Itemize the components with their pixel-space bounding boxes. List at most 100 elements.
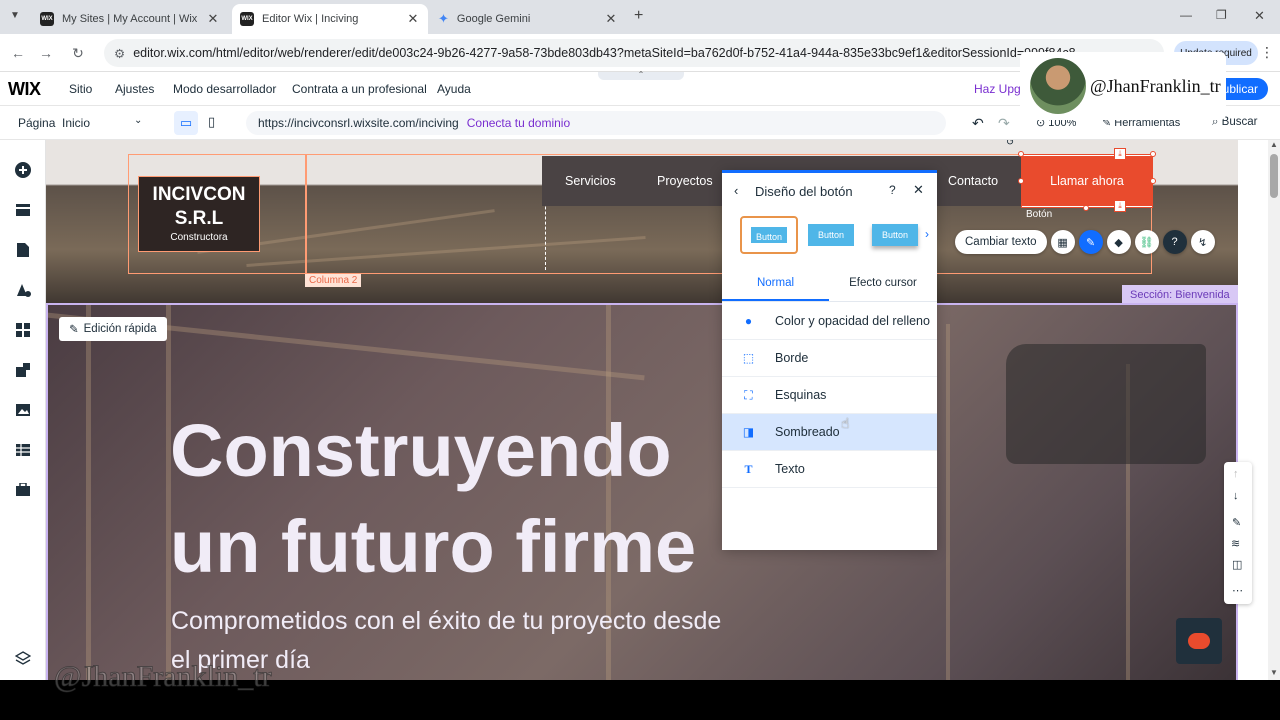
- preset-option-3[interactable]: Button: [872, 224, 918, 246]
- resize-handle[interactable]: [1018, 151, 1024, 157]
- layers-icon[interactable]: ≋: [1231, 537, 1240, 550]
- site-url-bar[interactable]: https://incivconsrl.wixsite.com/inciving…: [246, 111, 946, 135]
- chevron-down-icon: ⌄: [134, 115, 143, 126]
- address-bar[interactable]: ⚙ editor.wix.com/html/editor/web/rendere…: [104, 39, 1164, 67]
- close-icon[interactable]: ✕: [913, 182, 924, 198]
- upgrade-link[interactable]: Haz Upgr: [974, 82, 1025, 96]
- tab-google-gemini[interactable]: ✦ Google Gemini ✕: [430, 4, 626, 34]
- help-icon[interactable]: ?: [1162, 230, 1187, 254]
- browser-menu-icon[interactable]: ⋮: [1260, 44, 1274, 61]
- forward-button[interactable]: →: [36, 43, 56, 63]
- layers-icon[interactable]: [13, 648, 33, 668]
- close-icon[interactable]: ✕: [604, 11, 618, 27]
- connect-domain-link[interactable]: Conecta tu dominio: [467, 116, 570, 130]
- scrollbar-thumb[interactable]: [1270, 154, 1278, 198]
- option-label: Texto: [775, 462, 805, 476]
- anchor-down-icon[interactable]: ⤓: [1114, 200, 1126, 212]
- preset-option-2[interactable]: Button: [808, 224, 854, 246]
- resize-handle[interactable]: [1150, 151, 1156, 157]
- tab-list-button[interactable]: ▼: [10, 10, 20, 21]
- help-icon[interactable]: ?: [889, 183, 896, 197]
- page-scrollbar[interactable]: ▲ ▼: [1268, 140, 1280, 680]
- nav-proyectos[interactable]: Proyectos: [657, 174, 713, 188]
- anchor-down-icon[interactable]: ⤓: [1114, 148, 1126, 160]
- site-info-icon[interactable]: ⚙: [114, 46, 125, 61]
- minimize-button[interactable]: —: [1180, 8, 1192, 22]
- mobile-view-icon[interactable]: ▯: [208, 114, 215, 130]
- move-up-icon[interactable]: ↑: [1233, 468, 1239, 480]
- layout-icon[interactable]: ▦: [1050, 230, 1075, 254]
- pages-icon[interactable]: [13, 240, 33, 260]
- option-fill-color[interactable]: ● Color y opacidad del relleno: [722, 303, 937, 340]
- reload-button[interactable]: ↻: [68, 43, 88, 63]
- new-tab-button[interactable]: +: [634, 7, 643, 25]
- nav-contacto[interactable]: Contacto: [948, 174, 998, 188]
- back-button[interactable]: ←: [8, 43, 28, 63]
- menu-contrata-profesional[interactable]: Contrata a un profesional: [292, 82, 427, 96]
- connect-icon[interactable]: ↯: [1190, 230, 1215, 254]
- more-icon[interactable]: ⋯: [1232, 584, 1243, 597]
- link-icon[interactable]: ⛓: [1134, 230, 1159, 254]
- resize-handle[interactable]: [1018, 178, 1024, 184]
- resize-handle[interactable]: [1150, 178, 1156, 184]
- hero-title-line-1[interactable]: Construyendo: [170, 408, 672, 493]
- design-brush-icon[interactable]: ✎: [1078, 230, 1103, 254]
- option-text[interactable]: T Texto: [722, 451, 937, 488]
- tab-hover-effect[interactable]: Efecto cursor: [829, 277, 937, 289]
- cms-icon[interactable]: [13, 440, 33, 460]
- resize-handle[interactable]: [1083, 205, 1089, 211]
- menu-modo-desarrollador[interactable]: Modo desarrollador: [173, 82, 276, 96]
- close-icon[interactable]: ✕: [406, 11, 420, 27]
- option-corners[interactable]: ⛶ Esquinas: [722, 377, 937, 414]
- portfolio-icon[interactable]: [13, 480, 33, 500]
- menu-ayuda[interactable]: Ayuda: [437, 82, 471, 96]
- redo-icon[interactable]: ↷: [998, 115, 1010, 132]
- page-selector[interactable]: Inicio ⌄: [62, 115, 146, 130]
- window-close-button[interactable]: ✕: [1254, 8, 1265, 24]
- tab-editor-wix[interactable]: WIX Editor Wix | Inciving ✕: [232, 4, 428, 34]
- scroll-up-icon[interactable]: ▲: [1270, 140, 1278, 149]
- hero-title-line-2[interactable]: un futuro firme: [170, 504, 696, 589]
- maximize-button[interactable]: ❐: [1216, 8, 1227, 22]
- collapse-toolbar-handle[interactable]: ⌃: [598, 71, 684, 80]
- site-logo[interactable]: INCIVCON S.R.L Constructora: [138, 176, 260, 252]
- menu-sitio[interactable]: Sitio: [69, 82, 92, 96]
- desktop-view-icon[interactable]: ▭: [174, 111, 198, 135]
- section-label[interactable]: Sección: Bienvenida: [1122, 285, 1238, 305]
- tab-my-sites[interactable]: WIX My Sites | My Account | Wix.com ✕: [32, 4, 228, 34]
- wix-favicon-icon: WIX: [240, 12, 254, 26]
- move-down-icon[interactable]: ↓: [1233, 490, 1239, 502]
- avatar: [1030, 58, 1086, 114]
- tab-normal[interactable]: Normal: [722, 277, 829, 289]
- wix-logo[interactable]: WIX: [8, 79, 41, 100]
- undo-icon[interactable]: ↶: [972, 115, 984, 132]
- chat-widget-button[interactable]: [1176, 618, 1222, 664]
- hero-subtitle-line-1[interactable]: Comprometidos con el éxito de tu proyect…: [171, 607, 721, 636]
- scroll-down-icon[interactable]: ▼: [1270, 668, 1278, 677]
- option-border[interactable]: ⬚ Borde: [722, 340, 937, 377]
- tab-divider: [722, 301, 937, 302]
- media-icon[interactable]: [13, 400, 33, 420]
- back-icon[interactable]: ‹: [734, 183, 738, 198]
- business-apps-icon[interactable]: [13, 360, 33, 380]
- text-icon: T: [744, 461, 753, 476]
- element-floating-toolbar: Cambiar texto ▦ ✎ ◆ ⛓ ? ↯: [955, 228, 1215, 256]
- add-elements-icon[interactable]: [13, 160, 33, 180]
- apps-icon[interactable]: [13, 320, 33, 340]
- animation-icon[interactable]: ◆: [1106, 230, 1131, 254]
- close-icon[interactable]: ✕: [206, 11, 220, 27]
- split-icon[interactable]: ◫: [1232, 558, 1242, 571]
- option-shadow[interactable]: ◨ Sombreado: [722, 414, 937, 451]
- preset-option-1[interactable]: Button: [740, 216, 798, 254]
- theme-icon[interactable]: [13, 280, 33, 300]
- presets-next-icon[interactable]: ›: [925, 227, 929, 241]
- edit-icon[interactable]: ✎: [1232, 516, 1241, 529]
- editor-canvas[interactable]: Columna 2 INCIVCON S.R.L Constructora Se…: [46, 140, 1238, 680]
- element-label: Botón: [1026, 209, 1053, 220]
- menu-ajustes[interactable]: Ajustes: [115, 82, 154, 96]
- quick-edit-button[interactable]: ✎ Edición rápida: [59, 317, 167, 341]
- sections-icon[interactable]: [13, 200, 33, 220]
- nav-servicios[interactable]: Servicios: [565, 174, 616, 188]
- rotate-handle-icon[interactable]: ↺: [1006, 140, 1014, 148]
- change-text-button[interactable]: Cambiar texto: [955, 230, 1047, 254]
